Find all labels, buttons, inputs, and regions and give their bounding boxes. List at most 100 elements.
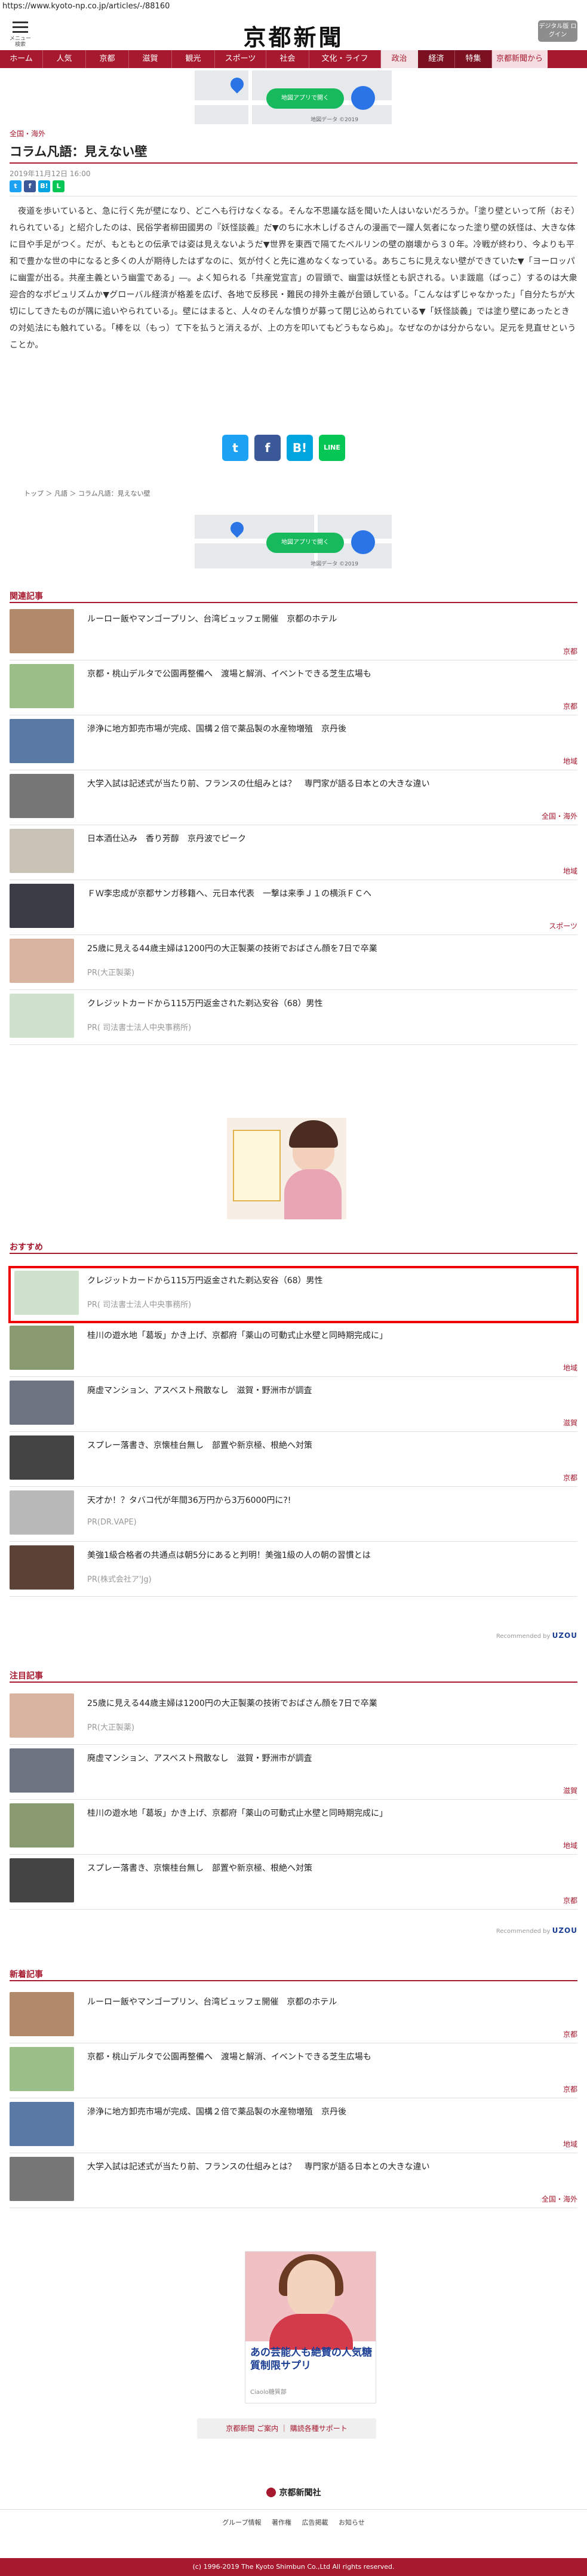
item-title[interactable]: クレジットカードから115万円返金された剃込安谷（68）男性 xyxy=(87,997,571,1009)
item-title[interactable]: 滲浄に地方卸売市場が完成、国構２倍で薬品製の水産物増殖 京丹後 xyxy=(87,723,571,734)
nav-features[interactable]: 特集 xyxy=(455,50,492,68)
item-category[interactable]: 滋賀 xyxy=(563,1785,577,1796)
item-category[interactable]: 京都 xyxy=(563,1895,577,1905)
thumbnail xyxy=(10,994,74,1038)
hatena-share-icon[interactable]: B! xyxy=(38,180,50,192)
facebook-share-icon[interactable]: f xyxy=(24,180,36,192)
list-item[interactable]: 桂川の遊水地「葛坂」かき上げ、京都府「薬山の可動式止水壁と同時期完成に」地域 xyxy=(10,1322,577,1377)
nav-home[interactable]: ホーム xyxy=(0,50,43,68)
list-item[interactable]: クレジットカードから115万円返金された剃込安谷（68）男性 PR( 司法書士法人… xyxy=(10,990,577,1045)
nav-culture[interactable]: 文化・ライフ xyxy=(309,50,381,68)
item-title[interactable]: 京都・桃山デルタで公園再整備へ 渡場と解消、イベントできる芝生広場も xyxy=(87,668,571,680)
powered-by-uzou[interactable]: Recommended by UZOU xyxy=(496,1631,577,1640)
item-title[interactable]: 25歳に見える44歳主婦は1200円の大正製薬の技術でおばさん顔を7日で卒業 xyxy=(87,942,571,954)
site-logo[interactable]: 京都新聞 xyxy=(0,19,587,52)
footer-links[interactable]: グループ情報 著作権 広告掲載 お知らせ xyxy=(0,2517,587,2527)
list-item[interactable]: スプレー落書き、京懐桂台無し 部置や新京極、根絶へ対策京都 xyxy=(10,1432,577,1487)
footer-logo[interactable]: 京都新聞社 xyxy=(0,2486,587,2498)
item-category[interactable]: 地域 xyxy=(563,1840,577,1850)
hatena-share-large-icon[interactable]: B! xyxy=(287,435,313,461)
list-item[interactable]: 大学入試は記述式が当たり前、フランスの仕組みとは？ 専門家が語る日本との大きな違… xyxy=(10,2153,577,2208)
list-item[interactable]: 京都・桃山デルタで公園再整備へ 渡場と解消、イベントできる芝生広場も京都 xyxy=(10,2043,577,2098)
open-map-pill-2[interactable]: 地図アプリで開く xyxy=(266,533,344,553)
bottom-ad[interactable]: あの芸能人も絶賛の人気糖質制限サプリ Ciaolo糖質部 xyxy=(245,2251,376,2403)
item-category[interactable]: スポーツ xyxy=(549,921,577,931)
nav-politics[interactable]: 政治 xyxy=(381,50,418,68)
item-category[interactable]: 地域 xyxy=(563,756,577,766)
browser-url[interactable]: https://www.kyoto-np.co.jp/articles/-/88… xyxy=(0,0,587,14)
article-section[interactable]: 全国・海外 xyxy=(10,128,45,139)
item-title[interactable]: 桂川の遊水地「葛坂」かき上げ、京都府「薬山の可動式止水壁と同時期完成に」 xyxy=(87,1329,571,1341)
list-item[interactable]: ルーロー飯やマンゴープリン、台湾ビュッフェ開催 京都のホテル京都 xyxy=(10,605,577,660)
nav-shiga[interactable]: 滋賀 xyxy=(129,50,172,68)
item-category[interactable]: 地域 xyxy=(563,866,577,876)
item-title[interactable]: 美強1級合格者の共通点は朝5分にあると判明！美強1級の人の朝の習慣とは xyxy=(87,1549,571,1561)
list-item[interactable]: 25歳に見える44歳主婦は1200円の大正製薬の技術でおばさん顔を7日で卒業 PR… xyxy=(10,935,577,990)
directions-icon[interactable] xyxy=(351,86,375,110)
list-item[interactable]: ルーロー飯やマンゴープリン、台湾ビュッフェ開催 京都のホテル京都 xyxy=(10,1988,577,2043)
digital-login-button[interactable]: デジタル版 ログイン xyxy=(538,20,577,42)
item-title[interactable]: 日本酒仕込み 香り芳醇 京丹波でピーク xyxy=(87,832,571,844)
facebook-share-large-icon[interactable]: f xyxy=(254,435,281,461)
nav-popular[interactable]: 人気 xyxy=(43,50,86,68)
list-item[interactable]: 滲浄に地方卸売市場が完成、国構２倍で薬品製の水産物増殖 京丹後地域 xyxy=(10,715,577,770)
nav-kyoto[interactable]: 京都 xyxy=(86,50,129,68)
item-title[interactable]: 廃虚マンション、アスベスト飛散なし 滋賀・野洲市が調査 xyxy=(87,1384,571,1396)
nav-tourism[interactable]: 観光 xyxy=(172,50,215,68)
info-links[interactable]: 京都新聞 ご案内 ｜ 購読各種サポート xyxy=(197,2418,376,2439)
list-item[interactable]: 滲浄に地方卸売市場が完成、国構２倍で薬品製の水産物増殖 京丹後地域 xyxy=(10,2098,577,2153)
list-item[interactable]: ＦＷ李忠成が京都サンガ移籍へ、元日本代表 一撃は来季Ｊ１の横浜ＦＣへスポーツ xyxy=(10,880,577,935)
list-item[interactable]: 美強1級合格者の共通点は朝5分にあると判明！美強1級の人の朝の習慣とは PR(株式… xyxy=(10,1542,577,1597)
item-category[interactable]: 京都 xyxy=(563,2029,577,2039)
list-item[interactable]: 天才か！？タバコ代が年間36万円から3万6000円に?! PR(DR.VAPE) xyxy=(10,1487,577,1542)
line-share-large-icon[interactable]: LINE xyxy=(319,435,345,461)
item-title[interactable]: 滲浄に地方卸売市場が完成、国構２倍で薬品製の水産物増殖 京丹後 xyxy=(87,2105,571,2117)
powered-by-uzou-2[interactable]: Recommended by UZOU xyxy=(496,1926,577,1935)
directions-icon-2[interactable] xyxy=(351,530,375,554)
item-category[interactable]: 全国・海外 xyxy=(542,2194,577,2204)
item-title[interactable]: 大学入試は記述式が当たり前、フランスの仕組みとは？ 専門家が語る日本との大きな違… xyxy=(87,2160,571,2172)
line-share-icon[interactable]: L xyxy=(53,180,64,192)
item-title[interactable]: ＦＷ李忠成が京都サンガ移籍へ、元日本代表 一撃は来季Ｊ１の横浜ＦＣへ xyxy=(87,887,571,899)
list-item-highlighted[interactable]: クレジットカードから115万円返金された剃込安谷（68）男性 PR( 司法書士法人… xyxy=(8,1266,579,1323)
item-category[interactable]: 京都 xyxy=(563,2084,577,2094)
nav-sports[interactable]: スポーツ xyxy=(215,50,266,68)
item-title[interactable]: スプレー落書き、京懐桂台無し 部置や新京極、根絶へ対策 xyxy=(87,1862,571,1874)
item-category[interactable]: 地域 xyxy=(563,2139,577,2149)
list-item[interactable]: 京都・桃山デルタで公園再整備へ 渡場と解消、イベントできる芝生広場も京都 xyxy=(10,660,577,715)
twitter-share-icon[interactable]: t xyxy=(10,180,21,192)
item-category[interactable]: 滋賀 xyxy=(563,1418,577,1428)
ad-headline[interactable]: あの芸能人も絶賛の人気糖質制限サプリ xyxy=(250,2346,372,2372)
list-item[interactable]: 廃虚マンション、アスベスト飛散なし 滋賀・野洲市が調査滋賀 xyxy=(10,1377,577,1432)
item-title[interactable]: 25歳に見える44歳主婦は1200円の大正製薬の技術でおばさん顔を7日で卒業 xyxy=(87,1697,571,1709)
list-item[interactable]: 25歳に見える44歳主婦は1200円の大正製薬の技術でおばさん顔を7日で卒業 PR… xyxy=(10,1690,577,1745)
twitter-share-large-icon[interactable]: t xyxy=(222,435,248,461)
list-item[interactable]: 日本酒仕込み 香り芳醇 京丹波でピーク地域 xyxy=(10,825,577,880)
breadcrumb[interactable]: トップ ＞ 凡語 ＞ コラム凡語：見えない壁 xyxy=(24,488,150,498)
map-ad-top[interactable]: 地図アプリで開く 地図データ ©2019 xyxy=(195,70,392,124)
mid-banner-ad[interactable] xyxy=(227,1118,346,1219)
list-item[interactable]: スプレー落書き、京懐桂台無し 部置や新京極、根絶へ対策京都 xyxy=(10,1855,577,1910)
item-title[interactable]: 天才か！？タバコ代が年間36万円から3万6000円に?! xyxy=(87,1494,571,1506)
list-item[interactable]: 桂川の遊水地「葛坂」かき上げ、京都府「薬山の可動式止水壁と同時期完成に」地域 xyxy=(10,1800,577,1855)
map-ad-mid[interactable]: 地図アプリで開く 地図データ ©2019 xyxy=(195,515,392,568)
item-title[interactable]: 京都・桃山デルタで公園再整備へ 渡場と解消、イベントできる芝生広場も xyxy=(87,2051,571,2062)
item-title[interactable]: クレジットカードから115万円返金された剃込安谷（68）男性 xyxy=(87,1274,571,1286)
nav-from-kyoto-np[interactable]: 京都新聞から xyxy=(492,50,548,68)
list-item[interactable]: 大学入試は記述式が当たり前、フランスの仕組みとは？ 専門家が語る日本との大きな違… xyxy=(10,770,577,825)
item-title[interactable]: 大学入試は記述式が当たり前、フランスの仕組みとは？ 専門家が語る日本との大きな違… xyxy=(87,777,571,789)
item-title[interactable]: 桂川の遊水地「葛坂」かき上げ、京都府「薬山の可動式止水壁と同時期完成に」 xyxy=(87,1807,571,1819)
item-title[interactable]: スプレー落書き、京懐桂台無し 部置や新京極、根絶へ対策 xyxy=(87,1439,571,1451)
item-category[interactable]: 京都 xyxy=(563,1473,577,1483)
item-title[interactable]: ルーロー飯やマンゴープリン、台湾ビュッフェ開催 京都のホテル xyxy=(87,613,571,625)
open-map-pill[interactable]: 地図アプリで開く xyxy=(266,88,344,109)
nav-society[interactable]: 社会 xyxy=(266,50,309,68)
item-title[interactable]: ルーロー飯やマンゴープリン、台湾ビュッフェ開催 京都のホテル xyxy=(87,1996,571,2008)
list-item[interactable]: 廃虚マンション、アスベスト飛散なし 滋賀・野洲市が調査滋賀 xyxy=(10,1745,577,1800)
item-category[interactable]: 全国・海外 xyxy=(542,811,577,821)
item-category[interactable]: 京都 xyxy=(563,701,577,711)
item-category[interactable]: 地域 xyxy=(563,1363,577,1373)
nav-economy[interactable]: 経済 xyxy=(418,50,455,68)
item-category[interactable]: 京都 xyxy=(563,646,577,656)
item-title[interactable]: 廃虚マンション、アスベスト飛散なし 滋賀・野洲市が調査 xyxy=(87,1752,571,1764)
